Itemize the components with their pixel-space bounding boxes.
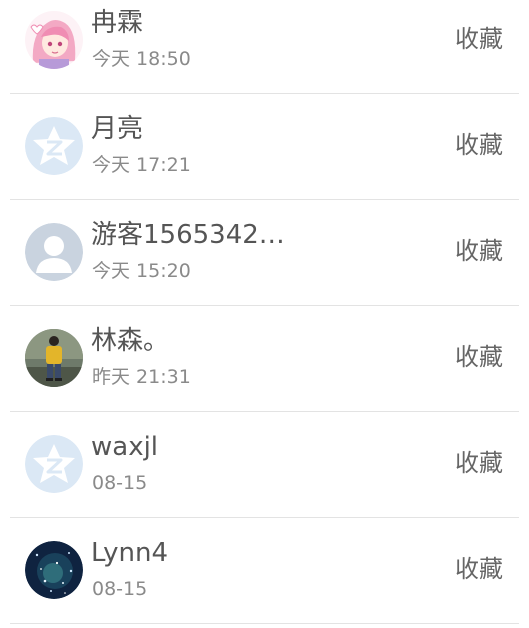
visit-time: 昨天 21:31 <box>92 366 191 388</box>
list-item[interactable]: waxjl 08-15 收藏 <box>10 412 519 518</box>
photo-avatar-icon[interactable] <box>25 329 83 387</box>
visit-time: 今天 18:50 <box>92 48 191 70</box>
favorite-button[interactable]: 收藏 <box>455 446 503 480</box>
list-item[interactable]: 林森。 昨天 21:31 收藏 <box>10 306 519 412</box>
contact-name: 月亮 <box>91 114 144 144</box>
default-user-avatar-icon[interactable] <box>25 223 83 281</box>
favorite-button[interactable]: 收藏 <box>455 22 503 56</box>
visit-time: 08-15 <box>92 472 148 494</box>
favorite-button[interactable]: 收藏 <box>455 340 503 374</box>
list-item[interactable]: 游客1565342… 今天 15:20 收藏 <box>10 200 519 306</box>
night-sky-avatar-icon[interactable] <box>25 541 83 599</box>
contact-name: 游客1565342… <box>91 220 285 250</box>
anime-avatar-icon[interactable] <box>25 11 83 69</box>
contact-name: Lynn4 <box>91 538 168 568</box>
qzone-star-avatar-icon[interactable] <box>25 117 83 175</box>
qzone-star-avatar-icon[interactable] <box>25 435 83 493</box>
contact-name: 冉霖 <box>91 8 144 38</box>
favorite-button[interactable]: 收藏 <box>455 234 503 268</box>
list-item[interactable]: 月亮 今天 17:21 收藏 <box>10 94 519 200</box>
list-item[interactable]: Lynn4 08-15 收藏 <box>10 518 519 624</box>
contact-name: waxjl <box>91 432 159 462</box>
favorite-button[interactable]: 收藏 <box>455 128 503 162</box>
visit-time: 今天 17:21 <box>92 154 191 176</box>
visit-time: 今天 15:20 <box>92 260 191 282</box>
visitor-list: 冉霖 今天 18:50 收藏 月亮 今天 17:21 收藏 游客1565342…… <box>0 0 529 624</box>
visit-time: 08-15 <box>92 578 148 600</box>
favorite-button[interactable]: 收藏 <box>455 552 503 586</box>
contact-name: 林森。 <box>91 326 170 356</box>
list-item[interactable]: 冉霖 今天 18:50 收藏 <box>10 0 519 94</box>
